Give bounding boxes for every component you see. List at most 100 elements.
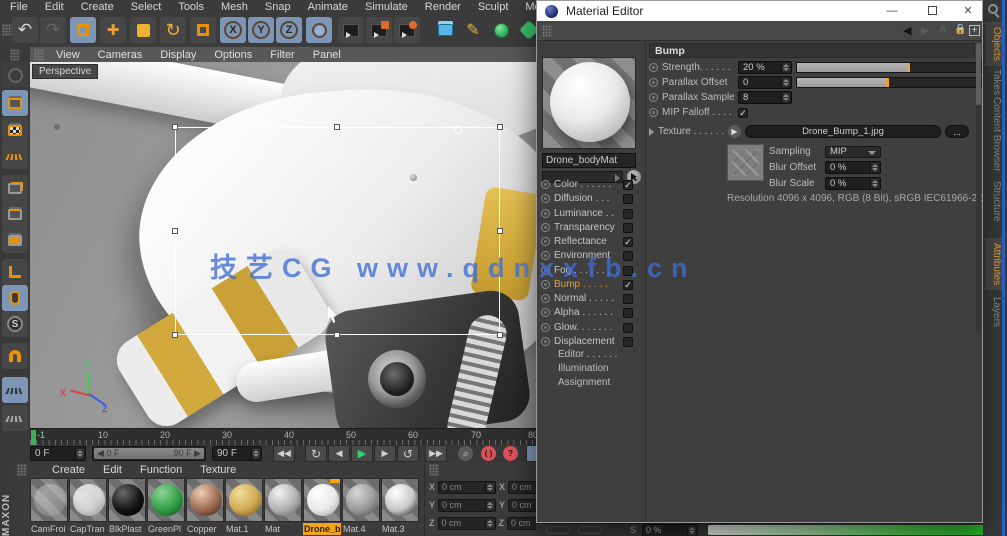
coordinates-grip[interactable]: [429, 464, 439, 476]
frame-range-slider[interactable]: ◀ 0 F 90 F ▶: [92, 446, 206, 461]
channel-checkbox[interactable]: [623, 336, 633, 347]
coord-z2-field[interactable]: 0 cm: [507, 516, 536, 530]
model-mode-icon[interactable]: [2, 90, 28, 116]
strength-anim-dot[interactable]: [649, 63, 658, 72]
mode-toolbar-grip[interactable]: [10, 49, 20, 61]
coord-x2-field[interactable]: 0 cm: [508, 480, 536, 494]
me-toolbar-grip[interactable]: [542, 25, 552, 37]
vp-menu-view[interactable]: View: [56, 49, 80, 61]
channel-displacement[interactable]: Displacement: [541, 335, 641, 348]
perspective-viewport[interactable]: Y X Z Perspective: [30, 62, 536, 428]
compare-icon[interactable]: A: [939, 24, 947, 36]
selection-handle-nw[interactable]: [172, 124, 178, 130]
channel-radio[interactable]: [541, 280, 550, 289]
coord-y-field[interactable]: 0 cm: [438, 498, 497, 512]
channel-color[interactable]: Color . . . . . . ✓: [541, 178, 641, 191]
channel-transparency[interactable]: Transparency: [541, 221, 641, 234]
page-assignment[interactable]: Assignment: [558, 377, 610, 388]
menu-simulate[interactable]: Simulate: [365, 1, 408, 13]
material-item[interactable]: CapTran: [69, 478, 107, 536]
channel-radio[interactable]: [541, 194, 550, 203]
play-backwards-loop-icon[interactable]: ↻: [305, 445, 327, 462]
bump-section-header[interactable]: Bump: [649, 43, 975, 58]
menu-render[interactable]: Render: [425, 1, 461, 13]
channel-radio[interactable]: [541, 323, 550, 332]
workplane-mode-icon[interactable]: [2, 143, 28, 169]
lock-icon[interactable]: 🔒: [954, 24, 966, 35]
channel-radio[interactable]: [541, 266, 550, 275]
channel-environment[interactable]: Environment: [541, 249, 641, 262]
points-mode-icon[interactable]: [2, 175, 28, 201]
texture-selection-rect[interactable]: [175, 127, 500, 335]
texture-shader-icon[interactable]: ▶: [728, 125, 741, 138]
selection-handle-e[interactable]: [497, 228, 503, 234]
channel-radio[interactable]: [541, 294, 550, 303]
undo-icon[interactable]: ↶: [12, 17, 38, 43]
channel-checkbox[interactable]: ✓: [623, 279, 633, 290]
material-item[interactable]: Copper: [186, 478, 224, 536]
world-mode-icon[interactable]: [2, 62, 28, 88]
blur-scale-field[interactable]: 0 %: [825, 177, 881, 190]
menu-create[interactable]: Create: [81, 1, 114, 13]
goto-start-icon[interactable]: ◀◀: [273, 445, 295, 462]
next-frame-icon[interactable]: ▶: [374, 445, 396, 462]
channel-radio[interactable]: [541, 223, 550, 232]
strength-slider[interactable]: [796, 62, 982, 73]
material-editor-titlebar[interactable]: Material Editor — ✕: [537, 1, 982, 21]
texture-file-button[interactable]: Drone_Bump_1.jpg: [745, 125, 941, 138]
menu-file[interactable]: File: [10, 1, 28, 13]
coord-z-field[interactable]: 0 cm: [437, 516, 496, 530]
material-item[interactable]: Mat: [264, 478, 302, 536]
channel-checkbox[interactable]: [623, 322, 633, 333]
nav-back-icon[interactable]: ◀: [903, 24, 911, 37]
selection-rotate-handle[interactable]: [454, 126, 462, 134]
viewport-view-label[interactable]: Perspective: [32, 64, 99, 79]
play-loop-icon[interactable]: ↺: [397, 445, 419, 462]
selection-handle-s[interactable]: [334, 332, 340, 338]
current-frame-field[interactable]: 0 F: [30, 446, 86, 461]
selection-handle-ne[interactable]: [497, 124, 503, 130]
coordinate-system-icon[interactable]: [306, 17, 332, 43]
channel-checkbox[interactable]: [623, 307, 633, 318]
menu-tools[interactable]: Tools: [178, 1, 204, 13]
toolbar-grip[interactable]: [2, 24, 12, 36]
channel-checkbox[interactable]: [623, 193, 633, 204]
channel-radio[interactable]: [541, 180, 550, 189]
page-editor[interactable]: Editor . . . . . .: [558, 349, 617, 360]
channel-checkbox[interactable]: [623, 222, 633, 233]
parallax-offset-field[interactable]: 0: [738, 76, 792, 89]
close-icon[interactable]: ✕: [953, 1, 982, 20]
material-name-field[interactable]: Drone_bodyMat: [542, 153, 636, 168]
selection-handle-se[interactable]: [497, 332, 503, 338]
material-item[interactable]: Mat.1: [225, 478, 263, 536]
channel-reflectance[interactable]: Reflectance ✓: [541, 235, 641, 248]
timeline-playhead[interactable]: [31, 430, 36, 445]
menu-sculpt[interactable]: Sculpt: [478, 1, 509, 13]
lock-z-axis-icon[interactable]: Z: [276, 17, 302, 43]
magnet-snap-icon[interactable]: [2, 343, 28, 369]
channel-radio[interactable]: [541, 308, 550, 317]
channel-glow[interactable]: Glow. . . . . . .: [541, 321, 641, 334]
menu-mesh[interactable]: Mesh: [221, 1, 248, 13]
channel-radio[interactable]: [541, 237, 550, 246]
parallax-offset-anim-dot[interactable]: [649, 78, 658, 87]
parallax-samples-field[interactable]: 8: [738, 91, 792, 104]
tweak-mode-icon[interactable]: [2, 285, 28, 311]
minimize-icon[interactable]: —: [877, 1, 907, 20]
last-tool-icon[interactable]: [190, 17, 216, 43]
sampling-dropdown[interactable]: MIP: [825, 145, 881, 158]
material-item[interactable]: Mat.3: [381, 478, 419, 536]
mat-menu-edit[interactable]: Edit: [103, 464, 122, 476]
channel-normal[interactable]: Normal . . . . .: [541, 292, 641, 305]
material-preview[interactable]: [542, 57, 636, 149]
coord-x-field[interactable]: 0 cm: [438, 480, 497, 494]
rotate-tool-icon[interactable]: ↻: [160, 17, 186, 43]
mat-menu-function[interactable]: Function: [140, 464, 182, 476]
lock-y-axis-icon[interactable]: Y: [248, 17, 274, 43]
render-settings-icon[interactable]: [394, 17, 420, 43]
coord-y2-field[interactable]: 0 cm: [508, 498, 536, 512]
material-item[interactable]: CamFroi: [30, 478, 68, 536]
move-tool-icon[interactable]: ✚: [100, 17, 126, 43]
parallax-offset-slider[interactable]: [796, 77, 982, 88]
preview-size-slider[interactable]: [708, 525, 999, 535]
